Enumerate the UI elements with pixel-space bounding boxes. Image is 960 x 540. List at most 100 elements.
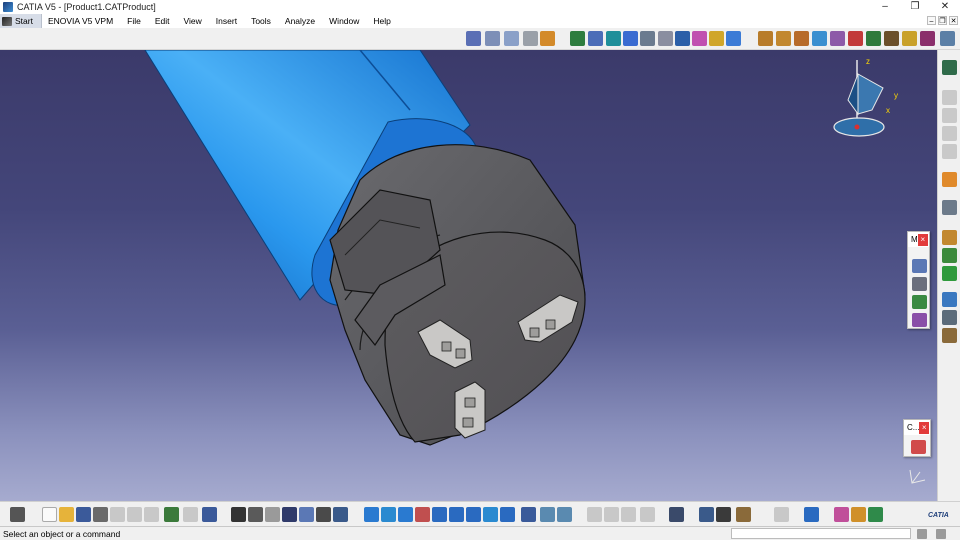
floating-toolbar-move[interactable]: M × — [907, 231, 930, 329]
paste-icon[interactable] — [144, 507, 159, 522]
view-icon[interactable] — [942, 144, 957, 159]
light-icon[interactable] — [265, 507, 280, 522]
menu-enovia[interactable]: ENOVIA V5 VPM — [42, 14, 121, 28]
apply-material-icon[interactable] — [834, 507, 849, 522]
compass[interactable]: z y x — [833, 57, 898, 137]
close-button[interactable]: ✕ — [930, 0, 960, 14]
analysis-icon[interactable] — [868, 507, 883, 522]
measure-item-icon[interactable] — [485, 31, 500, 46]
distance-icon[interactable] — [623, 31, 638, 46]
constraint-icon[interactable] — [942, 248, 957, 263]
menu-edit[interactable]: Edit — [149, 14, 178, 28]
numbering-icon[interactable] — [866, 31, 881, 46]
insert-component-icon[interactable] — [758, 31, 773, 46]
table-icon[interactable] — [282, 507, 297, 522]
zoom-in-icon[interactable] — [432, 507, 447, 522]
minimize-button[interactable]: – — [870, 0, 900, 14]
bill-of-material-icon[interactable] — [942, 328, 957, 343]
catalog-icon[interactable] — [942, 292, 957, 307]
save-icon[interactable] — [76, 507, 91, 522]
menu-help[interactable]: Help — [367, 14, 398, 28]
menu-analyze[interactable]: Analyze — [279, 14, 323, 28]
knowledge-icon[interactable] — [570, 31, 585, 46]
groups-icon[interactable] — [692, 31, 707, 46]
print-icon[interactable] — [93, 507, 108, 522]
menu-start[interactable]: Start — [0, 14, 42, 28]
menu-tools[interactable]: Tools — [245, 14, 279, 28]
scene-icon[interactable] — [669, 507, 684, 522]
reorder-icon[interactable] — [848, 31, 863, 46]
pencil-icon[interactable] — [658, 31, 673, 46]
3d-model-view[interactable]: z y x — [0, 50, 937, 501]
fast-instantiation-icon[interactable] — [902, 31, 917, 46]
reconciliator-icon[interactable] — [920, 31, 935, 46]
camera-icon[interactable] — [10, 507, 25, 522]
replace-component-icon[interactable] — [830, 31, 845, 46]
copy-icon[interactable] — [127, 507, 142, 522]
view-icon[interactable] — [942, 108, 957, 123]
menu-window[interactable]: Window — [323, 14, 367, 28]
view-icon[interactable] — [942, 90, 957, 105]
whats-this-icon[interactable] — [202, 507, 217, 522]
annotation-icon[interactable] — [523, 31, 538, 46]
pan-icon[interactable] — [398, 507, 413, 522]
thread-icon[interactable] — [675, 31, 690, 46]
scenes-icon[interactable] — [709, 31, 724, 46]
normal-view-icon[interactable] — [466, 507, 481, 522]
iso-view-icon[interactable] — [500, 507, 515, 522]
status-icon[interactable] — [936, 529, 946, 539]
floating-toolbar-close-button[interactable]: × — [917, 233, 928, 246]
clipping-plane-icon[interactable] — [804, 507, 819, 522]
doc-minimize-button[interactable]: – — [927, 16, 936, 25]
menu-insert[interactable]: Insert — [210, 14, 245, 28]
floating-toolbar-header[interactable]: M × — [908, 232, 929, 247]
undo-icon[interactable] — [164, 507, 179, 522]
insert-product-icon[interactable] — [776, 31, 791, 46]
prong-bottom[interactable] — [454, 381, 486, 439]
restore-button[interactable]: ❐ — [900, 0, 930, 14]
render-style-icon[interactable] — [521, 507, 536, 522]
snap-icon[interactable] — [912, 277, 927, 291]
measure-inertia-icon[interactable] — [504, 31, 519, 46]
tile-icon[interactable] — [699, 507, 714, 522]
multi-instantiation-icon[interactable] — [884, 31, 899, 46]
catalog-browser-icon[interactable] — [316, 507, 331, 522]
menu-file[interactable]: File — [121, 14, 149, 28]
command-input[interactable] — [731, 528, 911, 539]
constraint-icon[interactable] — [540, 31, 555, 46]
link-icon[interactable] — [716, 507, 731, 522]
hide-show-icon[interactable] — [540, 507, 555, 522]
product-structure-icon[interactable] — [942, 230, 957, 245]
manipulation-icon[interactable] — [912, 259, 927, 273]
comment-icon[interactable] — [248, 507, 263, 522]
explode-icon[interactable] — [912, 295, 927, 309]
clash-icon[interactable] — [588, 31, 603, 46]
compare-icon[interactable] — [640, 31, 655, 46]
tree-icon[interactable] — [333, 507, 348, 522]
select-icon[interactable] — [942, 172, 957, 187]
cut-icon[interactable] — [110, 507, 125, 522]
floating-toolbar-close-button[interactable]: × — [919, 421, 929, 434]
create-view-icon[interactable] — [587, 507, 602, 522]
existing-component-icon[interactable] — [812, 31, 827, 46]
swap-space-icon[interactable] — [557, 507, 572, 522]
fix-icon[interactable] — [942, 266, 957, 281]
status-icon[interactable] — [917, 529, 927, 539]
publication-icon[interactable] — [940, 31, 955, 46]
floating-toolbar-header[interactable]: C... × — [904, 420, 930, 435]
fly-icon[interactable] — [364, 507, 379, 522]
generate-numbering-icon[interactable] — [942, 310, 957, 325]
new-icon[interactable] — [42, 507, 57, 522]
depth-effect-icon[interactable] — [640, 507, 655, 522]
lighting-icon[interactable] — [621, 507, 636, 522]
doc-restore-button[interactable]: ❐ — [938, 16, 947, 25]
open-icon[interactable] — [59, 507, 74, 522]
view-icon[interactable] — [942, 126, 957, 141]
update-all-icon[interactable] — [774, 507, 789, 522]
insert-part-icon[interactable] — [794, 31, 809, 46]
formula-icon[interactable] — [231, 507, 246, 522]
floating-toolbar-constraints[interactable]: C... × — [903, 419, 931, 457]
design-table-icon[interactable] — [299, 507, 314, 522]
menu-view[interactable]: View — [178, 14, 210, 28]
stop-manipulate-icon[interactable] — [912, 313, 927, 327]
